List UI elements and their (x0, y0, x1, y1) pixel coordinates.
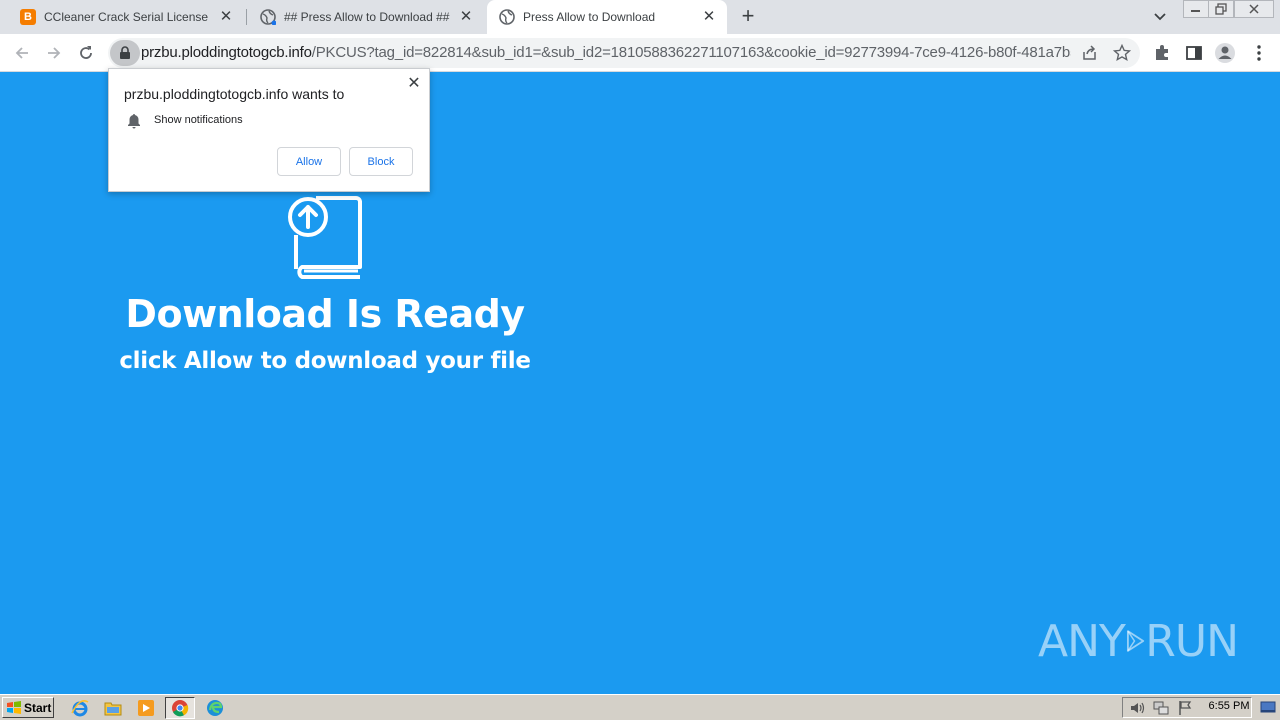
tab-press-allow-active[interactable]: Press Allow to Download ✕ (487, 0, 727, 34)
tab-strip: B CCleaner Crack Serial License Key Fr ✕… (0, 0, 1280, 34)
restore-button[interactable] (1208, 0, 1234, 18)
blogger-icon: B (20, 9, 36, 25)
page-headline: Download Is Ready (125, 292, 525, 336)
globe-icon (260, 9, 276, 25)
back-button[interactable] (10, 41, 34, 65)
new-tab-button[interactable]: + (736, 5, 760, 29)
play-logo-icon (1126, 630, 1145, 652)
close-icon[interactable]: ✕ (458, 9, 474, 25)
permission-label: Show notifications (154, 114, 243, 126)
edge-icon[interactable] (205, 698, 225, 718)
reload-button[interactable] (74, 41, 98, 65)
tab-ccleaner[interactable]: B CCleaner Crack Serial License Key Fr ✕ (8, 0, 244, 34)
internet-explorer-icon[interactable] (70, 698, 90, 718)
block-button[interactable]: Block (349, 147, 413, 176)
watermark-text-left: ANY (1038, 615, 1126, 667)
lock-icon[interactable] (110, 40, 140, 66)
show-desktop-icon[interactable] (1260, 699, 1276, 715)
tab-title: ## Press Allow to Download ## (284, 10, 450, 24)
notification-permission-popup: przbu.ploddingtotogcb.info wants to ✕ Sh… (108, 68, 430, 192)
forward-button[interactable] (42, 41, 66, 65)
tab-title: Press Allow to Download (523, 10, 656, 24)
allow-button[interactable]: Allow (277, 147, 341, 176)
url-text[interactable]: przbu.ploddingtotogcb.info/PKCUS?tag_id=… (141, 44, 1071, 61)
extensions-puzzle-icon[interactable] (1151, 42, 1173, 64)
start-button[interactable]: Start (2, 697, 54, 718)
volume-icon[interactable] (1129, 700, 1145, 716)
close-icon[interactable]: ✕ (701, 9, 717, 25)
file-explorer-icon[interactable] (103, 698, 123, 718)
tab-press-allow-1[interactable]: ## Press Allow to Download ## ✕ (248, 0, 484, 34)
windows-taskbar: Start 6:55 PM (0, 694, 1280, 720)
bell-icon (127, 113, 141, 129)
start-label: Start (24, 700, 52, 715)
browser-toolbar: przbu.ploddingtotogcb.info/PKCUS?tag_id=… (0, 34, 1280, 72)
network-icon[interactable] (1153, 700, 1169, 716)
popup-title: przbu.ploddingtotogcb.info wants to (124, 86, 345, 102)
taskbar-clock[interactable]: 6:55 PM (1196, 700, 1262, 712)
address-bar[interactable]: przbu.ploddingtotogcb.info/PKCUS?tag_id=… (108, 38, 1140, 68)
url-path: /PKCUS?tag_id=822814&sub_id1=&sub_id2=18… (311, 44, 1071, 61)
menu-kebab-icon[interactable] (1248, 42, 1270, 64)
minimize-button[interactable] (1183, 0, 1209, 18)
close-window-button[interactable] (1234, 0, 1274, 18)
media-player-icon[interactable] (136, 698, 156, 718)
windows-logo-icon (7, 700, 21, 714)
tab-title: CCleaner Crack Serial License Key Fr (44, 10, 212, 24)
side-panel-icon[interactable] (1183, 42, 1205, 64)
bookmark-star-icon[interactable] (1112, 43, 1132, 63)
tab-search-chevron-icon[interactable] (1150, 8, 1170, 26)
watermark-text-right: RUN (1145, 615, 1239, 667)
anyrun-watermark: ANY RUN (1038, 608, 1239, 674)
share-icon[interactable] (1080, 43, 1100, 63)
profile-avatar-icon[interactable] (1214, 42, 1236, 64)
globe-icon (499, 9, 515, 25)
book-upload-icon (286, 195, 366, 279)
popup-close-icon[interactable]: ✕ (405, 75, 423, 93)
url-host: przbu.ploddingtotogcb.info (141, 44, 312, 61)
tab-separator (246, 9, 247, 25)
chrome-taskbar-icon[interactable] (165, 697, 195, 719)
close-icon[interactable]: ✕ (218, 9, 234, 25)
action-center-flag-icon[interactable] (1177, 700, 1193, 716)
page-subline: click Allow to download your file (119, 348, 531, 374)
